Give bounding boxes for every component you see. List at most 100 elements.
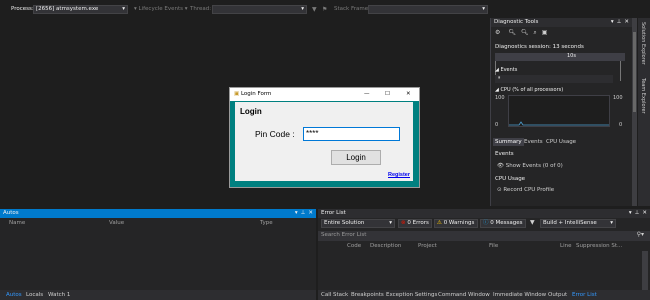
- warning-icon: ⚠: [437, 220, 442, 226]
- column-project[interactable]: Project: [418, 243, 437, 249]
- tab-breakpoints[interactable]: Breakpoints: [351, 292, 384, 298]
- error-search-box[interactable]: Search Error List ⚲▾: [318, 231, 650, 241]
- pin-icon[interactable]: ⊥: [635, 209, 640, 218]
- column-description[interactable]: Description: [370, 243, 401, 249]
- chevron-down-icon[interactable]: ▾: [611, 18, 614, 27]
- errors-filter-button[interactable]: ⊗ 0 Errors: [398, 219, 432, 228]
- panel-title: Error List: [321, 210, 346, 216]
- panel-title: Diagnostic Tools: [494, 19, 539, 25]
- timeline-ruler[interactable]: 10s: [495, 53, 625, 61]
- filter-icon[interactable]: ▼: [530, 219, 535, 226]
- error-list-scrollbar[interactable]: [642, 251, 648, 290]
- search-placeholder: Search Error List: [321, 232, 367, 238]
- cpu-section-heading: CPU Usage: [495, 176, 526, 182]
- tab-call-stack[interactable]: Call Stack: [321, 292, 348, 298]
- info-icon: ⓘ: [483, 220, 489, 226]
- minimize-button[interactable]: —: [364, 88, 370, 101]
- pin-code-label: Pin Code :: [255, 129, 295, 139]
- window-title: Login Form: [240, 91, 272, 97]
- autos-bottom-tabs: Autos Locals Watch 1: [0, 290, 316, 300]
- ruler-tick-label: 10s: [567, 53, 576, 59]
- stack-frame-dropdown[interactable]: ▾: [368, 5, 488, 14]
- record-cpu-profile-button[interactable]: ⊙ Record CPU Profile: [497, 187, 554, 193]
- login-heading: Login: [240, 107, 262, 116]
- reset-zoom-icon[interactable]: ⌕: [533, 29, 536, 36]
- zoom-in-icon[interactable]: 🔍︎: [508, 29, 516, 36]
- tab-events[interactable]: Events: [524, 139, 543, 145]
- stop-icon[interactable]: ▣: [542, 29, 548, 36]
- close-icon[interactable]: ✕: [308, 209, 313, 218]
- error-icon: ⊗: [401, 220, 406, 226]
- panel-title: Autos: [3, 210, 19, 216]
- scope-dropdown[interactable]: Entire Solution ▾: [321, 219, 395, 228]
- login-button[interactable]: Login: [331, 150, 381, 165]
- login-client-area: Login Pin Code : **** Login Register: [230, 101, 419, 187]
- column-line[interactable]: Line: [560, 243, 571, 249]
- events-track-header[interactable]: ◢ Events: [495, 67, 517, 73]
- login-form-window: ▣ Login Form — ☐ ✕ Login Pin Code : ****…: [229, 87, 420, 188]
- tab-output[interactable]: Output: [548, 292, 567, 298]
- pin-icon[interactable]: ⊥: [301, 209, 306, 218]
- search-icon[interactable]: ⚲▾: [637, 231, 644, 238]
- zoom-out-icon[interactable]: 🔍︎: [521, 29, 529, 36]
- tab-cpu-usage[interactable]: CPU Usage: [546, 139, 576, 145]
- tab-exception-settings[interactable]: Exception Settings: [386, 292, 437, 298]
- pin-code-input[interactable]: ****: [303, 127, 400, 141]
- close-icon[interactable]: ✕: [624, 18, 629, 27]
- lifecycle-events-dropdown[interactable]: ▾ Lifecycle Events ▾: [134, 6, 188, 12]
- pin-icon[interactable]: ⊥: [617, 18, 622, 27]
- settings-icon[interactable]: ⚙: [495, 29, 500, 36]
- column-name[interactable]: Name: [9, 220, 25, 226]
- diag-scrollbar[interactable]: [632, 18, 637, 206]
- process-label: Process:: [11, 6, 34, 12]
- chevron-down-icon: ▾: [301, 6, 304, 12]
- tab-autos[interactable]: Autos: [6, 292, 22, 298]
- cpu-axis-max-right: 100: [613, 95, 623, 101]
- process-dropdown[interactable]: [2656] atmsystem.exe ▾: [33, 5, 128, 14]
- register-link[interactable]: Register: [388, 172, 410, 178]
- cpu-graph: [508, 95, 610, 127]
- chevron-down-icon: ▾: [610, 220, 613, 226]
- thread-label: Thread:: [190, 6, 212, 12]
- maximize-button[interactable]: ☐: [385, 88, 390, 101]
- close-icon[interactable]: ✕: [642, 209, 647, 218]
- side-tab-solution-explorer[interactable]: Solution Explorer: [640, 22, 646, 65]
- side-tab-team-explorer[interactable]: Team Explorer: [640, 78, 646, 114]
- show-events-link[interactable]: 👁︎ Show Events (0 of 0): [497, 163, 563, 169]
- tab-command-window[interactable]: Command Window: [438, 292, 490, 298]
- cpu-graph-line: [509, 121, 609, 126]
- side-tab-strip: Solution Explorer Team Explorer: [638, 18, 650, 206]
- events-track: ⏸: [495, 75, 613, 83]
- error-column-headers: Code Description Project File Line Suppr…: [318, 241, 650, 251]
- column-type[interactable]: Type: [260, 220, 273, 226]
- tab-locals[interactable]: Locals: [26, 292, 43, 298]
- column-file[interactable]: File: [489, 243, 498, 249]
- thread-dropdown[interactable]: ▾: [212, 5, 307, 14]
- tab-watch-1[interactable]: Watch 1: [48, 292, 70, 298]
- debug-toolbar: Process: [2656] atmsystem.exe ▾ ▾ Lifecy…: [0, 5, 490, 16]
- tab-immediate-window[interactable]: Immediate Window: [493, 292, 546, 298]
- tab-error-list[interactable]: Error List: [572, 292, 597, 298]
- filter-icon[interactable]: ▼: [312, 6, 317, 13]
- pause-icon: ⏸: [498, 75, 501, 81]
- cpu-track-header[interactable]: ◢ CPU (% of all processors): [495, 87, 563, 93]
- warnings-filter-button[interactable]: ⚠ 0 Warnings: [434, 219, 478, 228]
- column-code[interactable]: Code: [347, 243, 361, 249]
- messages-filter-button[interactable]: ⓘ 0 Messages: [480, 219, 526, 228]
- chevron-down-icon[interactable]: ▾: [295, 209, 298, 218]
- error-list-toolbar: Entire Solution ▾ ⊗ 0 Errors ⚠ 0 Warning…: [318, 218, 650, 230]
- build-filter-dropdown[interactable]: Build + IntelliSense ▾: [540, 219, 616, 228]
- autos-panel: Autos ✕ ⊥ ▾ Name Value Type Autos Locals…: [0, 209, 316, 300]
- login-panel: Login Pin Code : **** Login Register: [235, 102, 413, 181]
- column-value[interactable]: Value: [109, 220, 124, 226]
- close-button[interactable]: ✕: [406, 88, 411, 101]
- chevron-down-icon[interactable]: ▾: [629, 209, 632, 218]
- chevron-down-icon: ▾: [482, 6, 485, 12]
- tab-summary[interactable]: Summary: [493, 138, 524, 146]
- column-suppression-state[interactable]: Suppression St...: [576, 243, 622, 249]
- flag-icon[interactable]: ⚑: [322, 6, 327, 13]
- record-icon: ⊙: [497, 187, 502, 193]
- autos-header: Autos ✕ ⊥ ▾: [0, 209, 316, 218]
- chevron-down-icon: ▾: [122, 6, 125, 12]
- error-list-panel: Error List ✕ ⊥ ▾ Entire Solution ▾ ⊗ 0 E…: [318, 209, 650, 300]
